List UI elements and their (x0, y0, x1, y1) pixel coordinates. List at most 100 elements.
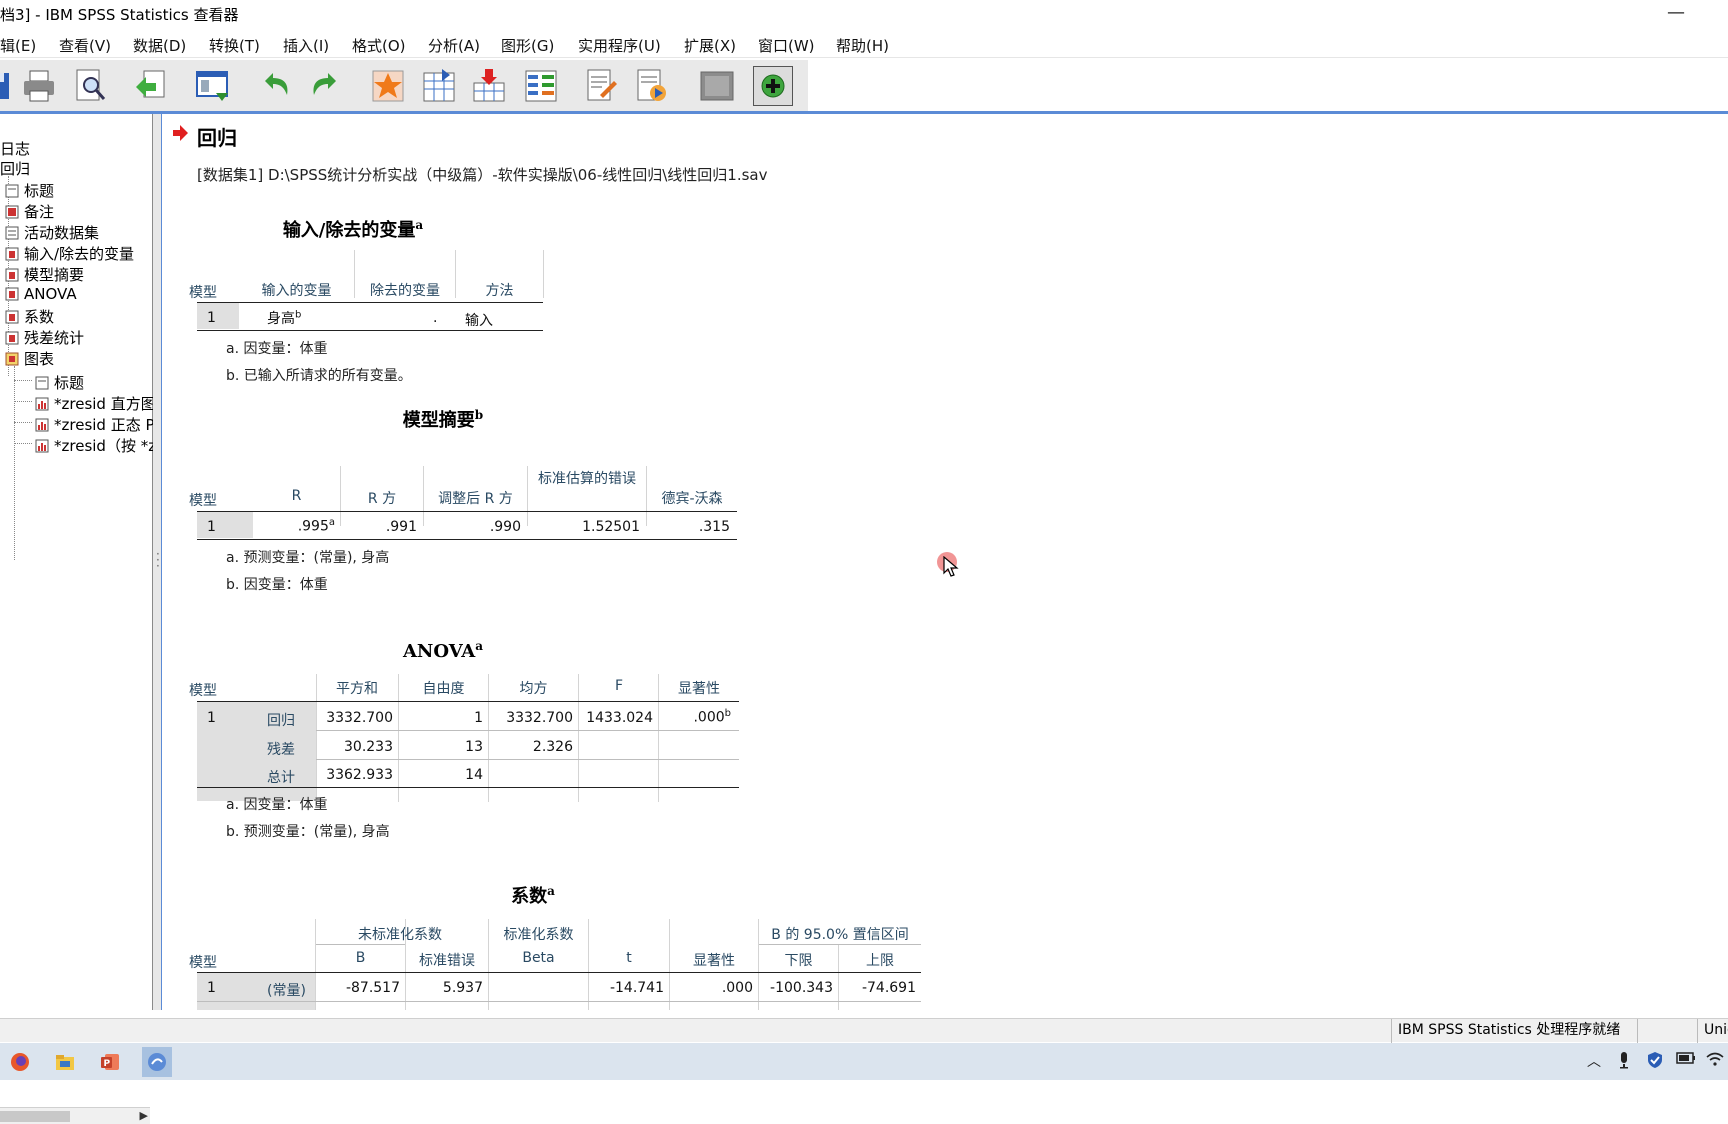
table3-note-b: b. 预测变量：(常量), 身高 (226, 824, 390, 840)
table-rule (197, 787, 739, 788)
menu-insert[interactable]: 插入(I) (283, 35, 329, 56)
table1-title: 输入/除去的变量a (253, 216, 453, 242)
save-icon[interactable] (0, 66, 16, 106)
table4-header-t: t (626, 950, 632, 966)
menu-data[interactable]: 数据(D) (133, 35, 186, 56)
spss-icon[interactable] (142, 1047, 172, 1077)
row-label-shade (197, 512, 253, 538)
outline-item-active-dataset[interactable]: 活动数据集 (4, 222, 99, 243)
minimize-button[interactable]: — (1667, 2, 1685, 23)
outline-item-model-summary[interactable]: 模型摘要 (4, 264, 84, 285)
variables-icon[interactable] (521, 66, 561, 106)
print-icon[interactable] (19, 66, 59, 106)
table-row-divider (316, 759, 739, 760)
menu-view[interactable]: 查看(V) (59, 35, 111, 56)
outline-label: 活动数据集 (24, 224, 100, 242)
microphone-icon[interactable] (1618, 1051, 1630, 1073)
notes-icon (4, 204, 20, 220)
goto-case-icon[interactable] (419, 66, 459, 106)
table3-header-ss: 平方和 (336, 681, 378, 697)
firefox-icon[interactable] (5, 1047, 35, 1077)
table3-df: 1 (474, 710, 483, 726)
menu-utilities[interactable]: 实用程序(U) (578, 35, 661, 56)
goto-variable-icon[interactable] (469, 66, 509, 106)
outline-item-anova[interactable]: ANOVA (4, 285, 77, 303)
row-label-shade (197, 303, 239, 329)
outline-item-pp-plot[interactable]: *zresid 正态 P (34, 414, 155, 435)
table3-df: 13 (465, 739, 483, 755)
title-icon (4, 183, 20, 199)
window-title: 档3] - IBM SPSS Statistics 查看器 (0, 5, 239, 24)
recall-dialog-icon[interactable] (193, 66, 233, 106)
outline-item-scatter[interactable]: *zresid（按 *z (34, 435, 156, 456)
undo-icon[interactable] (256, 66, 296, 106)
pane-splitter[interactable]: · · · (153, 114, 162, 1010)
table2-title-sup: b (474, 408, 484, 422)
insert-output-icon[interactable] (631, 66, 671, 106)
outline-item-title[interactable]: 标题 (4, 180, 54, 201)
redo-icon[interactable] (305, 66, 345, 106)
designate-window-icon[interactable] (753, 66, 793, 106)
table-icon (4, 267, 20, 283)
outline-label: *zresid 直方图 (54, 395, 156, 413)
table3-sig: .000b (659, 708, 731, 726)
export-icon[interactable] (131, 66, 171, 106)
menu-extensions[interactable]: 扩展(X) (684, 35, 736, 56)
wifi-icon[interactable] (1706, 1051, 1724, 1071)
table3-row-label: 总计 (267, 770, 295, 786)
scrollbar-thumb[interactable] (0, 1111, 70, 1122)
security-icon[interactable] (1646, 1051, 1664, 1073)
table1-entered-sup: b (295, 309, 302, 321)
table4-group-std: 标准化系数 (503, 927, 574, 943)
table2-header-model: 模型 (189, 493, 217, 509)
outline-horizontal-scrollbar[interactable]: ▶ (0, 1107, 150, 1124)
menu-analyze[interactable]: 分析(A) (428, 35, 480, 56)
table2-title: 模型摘要b (363, 406, 523, 432)
outline-item-regression[interactable]: 回归 (0, 158, 30, 179)
outline-item-histogram[interactable]: *zresid 直方图 (34, 393, 156, 414)
scroll-right-icon[interactable]: ▶ (140, 1109, 148, 1122)
mouse-cursor-icon (943, 555, 959, 582)
outline-item-log[interactable]: 日志 (0, 138, 30, 159)
outline-item-chart-title[interactable]: 标题 (34, 372, 84, 393)
chart-icon (34, 396, 50, 412)
outline-item-variables-entered[interactable]: 输入/除去的变量 (4, 243, 134, 264)
tray-expand-icon[interactable]: ︿ (1587, 1051, 1601, 1071)
show-all-icon[interactable] (581, 66, 621, 106)
outline-label: *zresid（按 *z (54, 437, 157, 455)
menu-graphs[interactable]: 图形(G) (501, 35, 554, 56)
table3-row-label: 回归 (267, 713, 295, 729)
outline-label: 模型摘要 (24, 266, 85, 284)
table1-header-entered: 输入的变量 (261, 283, 332, 299)
table3-ms: 3332.700 (506, 710, 573, 726)
outline-pane[interactable]: 日志 回归 标题 备注 活动数据集 输入/除去的变量 模型摘要 ANOVA 系数… (0, 114, 156, 1124)
table1-title-text: 输入/除去的变量 (282, 220, 416, 241)
file-explorer-icon[interactable] (50, 1047, 80, 1077)
insert-chart-icon[interactable] (697, 66, 737, 106)
battery-icon[interactable] (1676, 1051, 1696, 1069)
table4-header-b: B (355, 950, 366, 966)
menu-window[interactable]: 窗口(W) (758, 35, 815, 56)
goto-data-icon[interactable] (368, 66, 408, 106)
outline-item-charts[interactable]: 图表 (4, 348, 54, 369)
processor-status: IBM SPSS Statistics 处理程序就绪 (1391, 1019, 1637, 1043)
print-preview-icon[interactable] (70, 66, 110, 106)
table4-lower: -100.343 (770, 980, 833, 996)
menu-edit[interactable]: 辑(E) (0, 35, 36, 56)
outline-item-coefficients[interactable]: 系数 (4, 306, 54, 327)
table2-dw: .315 (698, 519, 730, 535)
status-empty-cell (1637, 1019, 1697, 1043)
powerpoint-icon[interactable]: P (95, 1047, 125, 1077)
table4-header-beta: Beta (522, 950, 555, 966)
table4-header-sig: 显著性 (693, 953, 735, 969)
menu-help[interactable]: 帮助(H) (836, 35, 889, 56)
table1-header-method: 方法 (485, 283, 514, 299)
table3-sig-sup: b (724, 708, 731, 719)
outline-item-residuals[interactable]: 残差统计 (4, 327, 84, 348)
outline-item-notes[interactable]: 备注 (4, 201, 54, 222)
table-grid-line (543, 250, 544, 298)
table1-header-model: 模型 (189, 285, 217, 301)
menu-format[interactable]: 格式(O) (352, 35, 406, 56)
menu-transform[interactable]: 转换(T) (209, 35, 260, 56)
outline-label: 回归 (0, 160, 31, 178)
